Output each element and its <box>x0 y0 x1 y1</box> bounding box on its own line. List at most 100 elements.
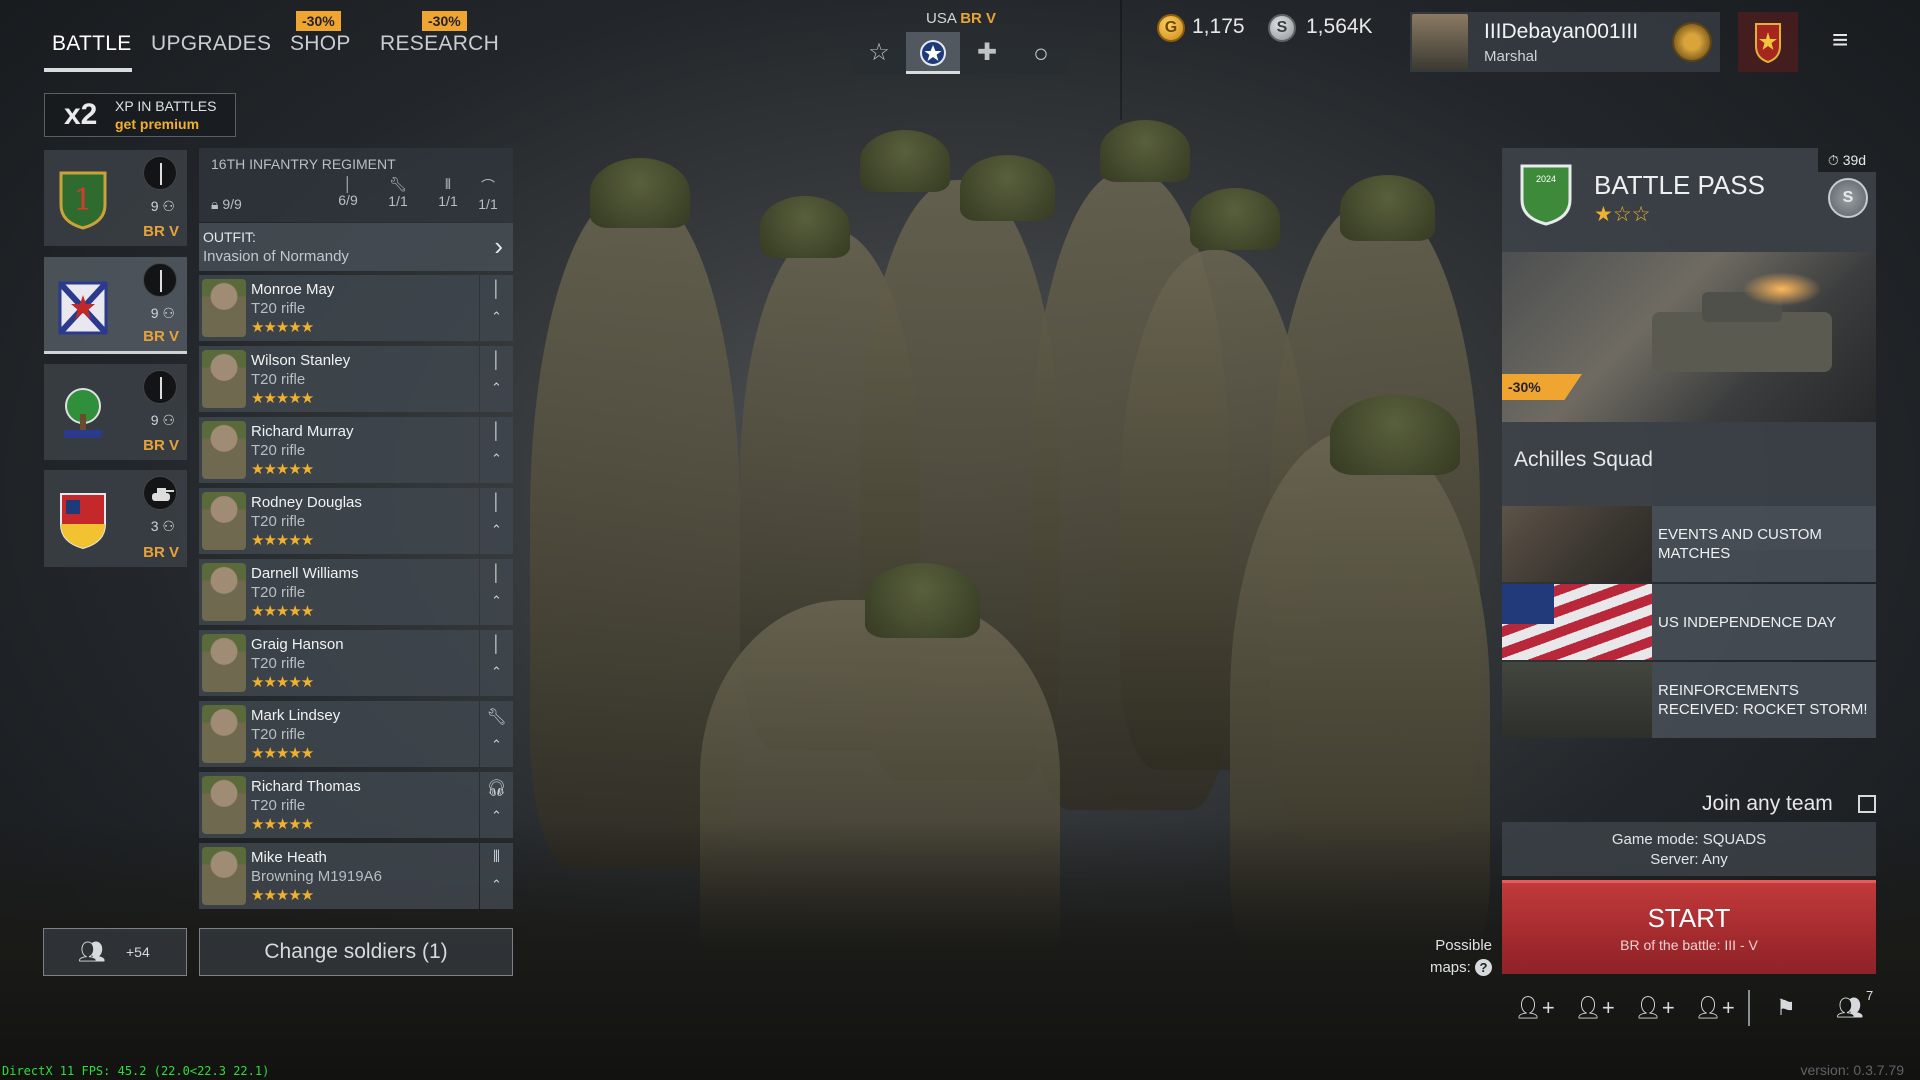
profile-card[interactable]: IIIDebayan001III Marshal <box>1410 12 1720 72</box>
regiment-header: 16TH INFANTRY REGIMENT 🔒︎ 9/9 │ 6/9 🔧︎ 1/1… <box>199 148 513 222</box>
soldier-slot[interactable]: ⦀ ⌃ <box>480 843 513 909</box>
get-premium-link[interactable]: get premium <box>115 116 199 132</box>
friends-icon[interactable]: 👥︎ <box>1836 995 1864 1021</box>
star-outline-icon[interactable]: ☆ <box>852 32 906 74</box>
headset-icon: 🎧︎ <box>486 780 507 797</box>
server-label: Server: Any <box>1650 851 1728 868</box>
avatar <box>1412 14 1468 70</box>
outfit-selector[interactable]: OUTFIT: Invasion of Normandy › <box>199 223 513 271</box>
battle-pass-stars: ★☆☆ <box>1594 203 1651 226</box>
soldier-weapon: T20 rifle <box>251 300 306 317</box>
tab-battle[interactable]: BATTLE <box>52 32 132 56</box>
rank-emblem-button[interactable] <box>1738 12 1798 72</box>
gold-amount: 1,175 <box>1192 15 1245 38</box>
soldier-name: Rodney Douglas <box>251 494 362 511</box>
soldier-row[interactable]: Monroe May T20 rifle ★★★★★ <box>199 275 479 341</box>
research-discount-badge: -30% <box>422 11 467 31</box>
soldier-slot[interactable]: │ ⌃ <box>480 559 513 625</box>
soldier-row[interactable]: Richard Murray T20 rifle ★★★★★ <box>199 417 479 483</box>
soldier-slot[interactable]: │ ⌃ <box>480 417 513 483</box>
soldier-weapon: Browning M1919A6 <box>251 868 382 885</box>
active-tab-underline <box>44 68 132 72</box>
squad-card-1[interactable]: 1 9 ⚇ BR V <box>44 150 187 246</box>
hamburger-menu-icon[interactable]: ≡ <box>1832 24 1848 56</box>
tree-patch-icon <box>64 388 102 438</box>
soldier-row[interactable]: Rodney Douglas T20 rifle ★★★★★ <box>199 488 479 554</box>
soldier-row[interactable]: Mike Heath Browning M1919A6 ★★★★★ <box>199 843 479 909</box>
change-soldiers-button[interactable]: Change soldiers (1) <box>199 928 513 976</box>
soldier-name: Monroe May <box>251 281 335 298</box>
tab-upgrades[interactable]: UPGRADES <box>151 32 271 56</box>
event-reinforcements[interactable]: REINFORCEMENTS RECEIVED: ROCKET STORM! <box>1502 662 1876 738</box>
invite-player-icon[interactable]: 👤︎+ <box>1574 995 1615 1021</box>
event-independence-day[interactable]: US INDEPENDENCE DAY <box>1502 584 1876 660</box>
wrench-icon: 🔧︎ <box>486 709 507 726</box>
fps-counter: DirectX 11 FPS: 45.2 (22.0<22.3 22.1) <box>2 1064 270 1078</box>
regiment-crest-icon <box>58 280 108 336</box>
event-custom-matches[interactable]: EVENTS AND CUSTOM MATCHES <box>1502 506 1876 582</box>
possible-maps[interactable]: Possible maps: ? <box>1420 935 1492 979</box>
soldier-name: Wilson Stanley <box>251 352 351 369</box>
regiment-name: 16TH INFANTRY REGIMENT <box>211 156 396 172</box>
reserve-soldiers-button[interactable]: 👥︎ +54 <box>43 928 187 976</box>
wrench-icon: 🔧︎ <box>389 176 407 192</box>
soldier-row[interactable]: Wilson Stanley T20 rifle ★★★★★ <box>199 346 479 412</box>
usa-faction-tab[interactable] <box>906 32 960 74</box>
silver-coin-icon: S <box>1828 178 1868 218</box>
squad-card-3[interactable]: 9 ⚇ BR V <box>44 364 187 460</box>
soldier-portrait <box>202 279 246 337</box>
squad-card-4[interactable]: 3 ⚇ BR V <box>44 470 187 567</box>
soldier-weapon: T20 rifle <box>251 726 306 743</box>
battle-br-range: BR of the battle: III - V <box>1620 937 1758 953</box>
battle-pass-timer: ⏱︎ 39d <box>1818 148 1876 172</box>
squad-card-2[interactable]: 9 ⚇ BR V <box>44 257 187 354</box>
soldier-row[interactable]: Graig Hanson T20 rifle ★★★★★ <box>199 630 479 696</box>
sort-arrows-icon: ⌃ <box>491 664 502 679</box>
soldier-stars: ★★★★★ <box>251 319 314 336</box>
tab-shop[interactable]: SHOP <box>290 32 351 56</box>
division-patch-icon: 1 <box>59 171 107 230</box>
soldier-stars: ★★★★★ <box>251 603 314 620</box>
soldier-slot[interactable]: 🔧︎ ⌃ <box>480 701 513 767</box>
cross-icon[interactable]: ✚ <box>960 32 1014 74</box>
soldier-name: Darnell Williams <box>251 565 359 582</box>
sort-arrows-icon: ⌃ <box>491 309 502 324</box>
sort-arrows-icon: ⌃ <box>491 451 502 466</box>
soldier-row[interactable]: Richard Thomas T20 rifle ★★★★★ <box>199 772 479 838</box>
soldier-slot[interactable]: │ ⌃ <box>480 630 513 696</box>
sort-arrows-icon: ⌃ <box>491 380 502 395</box>
soldier-row[interactable]: Darnell Williams T20 rifle ★★★★★ <box>199 559 479 625</box>
soldier-slot[interactable]: │ ⌃ <box>480 488 513 554</box>
tank-role-icon <box>143 476 177 510</box>
rifle-divider <box>1120 0 1122 120</box>
invite-player-icon[interactable]: 👤︎+ <box>1634 995 1675 1021</box>
battle-pass-card[interactable]: 2024 BATTLE PASS ★☆☆ ⏱︎ 39d S -30% Achil… <box>1502 148 1876 550</box>
sort-arrows-icon: ⌃ <box>491 808 502 823</box>
soldier-portrait <box>202 563 246 621</box>
start-battle-button[interactable]: START BR of the battle: III - V <box>1502 880 1876 974</box>
soldier-weapon: T20 rifle <box>251 442 306 459</box>
xp-boost-banner[interactable]: x2 XP IN BATTLES get premium <box>44 93 236 137</box>
svg-text:1: 1 <box>73 183 92 218</box>
soldier-slot[interactable]: │ ⌃ <box>480 346 513 412</box>
join-any-team-checkbox[interactable] <box>1858 795 1876 813</box>
invite-player-icon[interactable]: 👤︎+ <box>1694 995 1735 1021</box>
rifle-icon: │ <box>491 494 502 511</box>
soldier-portrait <box>202 421 246 479</box>
rank-medal-icon <box>1672 22 1712 62</box>
chevron-right-icon: › <box>494 231 503 261</box>
friends-count: 7 <box>1866 988 1874 1003</box>
tab-research[interactable]: RESEARCH <box>380 32 499 56</box>
rifle-icon: │ <box>491 281 502 298</box>
game-mode-selector[interactable]: Game mode: SQUADS Server: Any <box>1502 822 1876 876</box>
shop-discount-badge: -30% <box>296 11 341 31</box>
flag-icon[interactable]: ⚑ <box>1776 995 1796 1021</box>
soldier-slot[interactable]: 🎧︎ ⌃ <box>480 772 513 838</box>
soldier-slot[interactable]: │ ⌃ <box>480 275 513 341</box>
invite-player-icon[interactable]: 👤︎+ <box>1514 995 1555 1021</box>
soldier-row[interactable]: Mark Lindsey T20 rifle ★★★★★ <box>199 701 479 767</box>
squad-soldier-count: 9 ⚇ <box>150 305 175 321</box>
circle-icon[interactable]: ○ <box>1014 32 1068 74</box>
sort-arrows-icon: ⌃ <box>491 877 502 892</box>
event-thumbnail <box>1502 506 1652 582</box>
